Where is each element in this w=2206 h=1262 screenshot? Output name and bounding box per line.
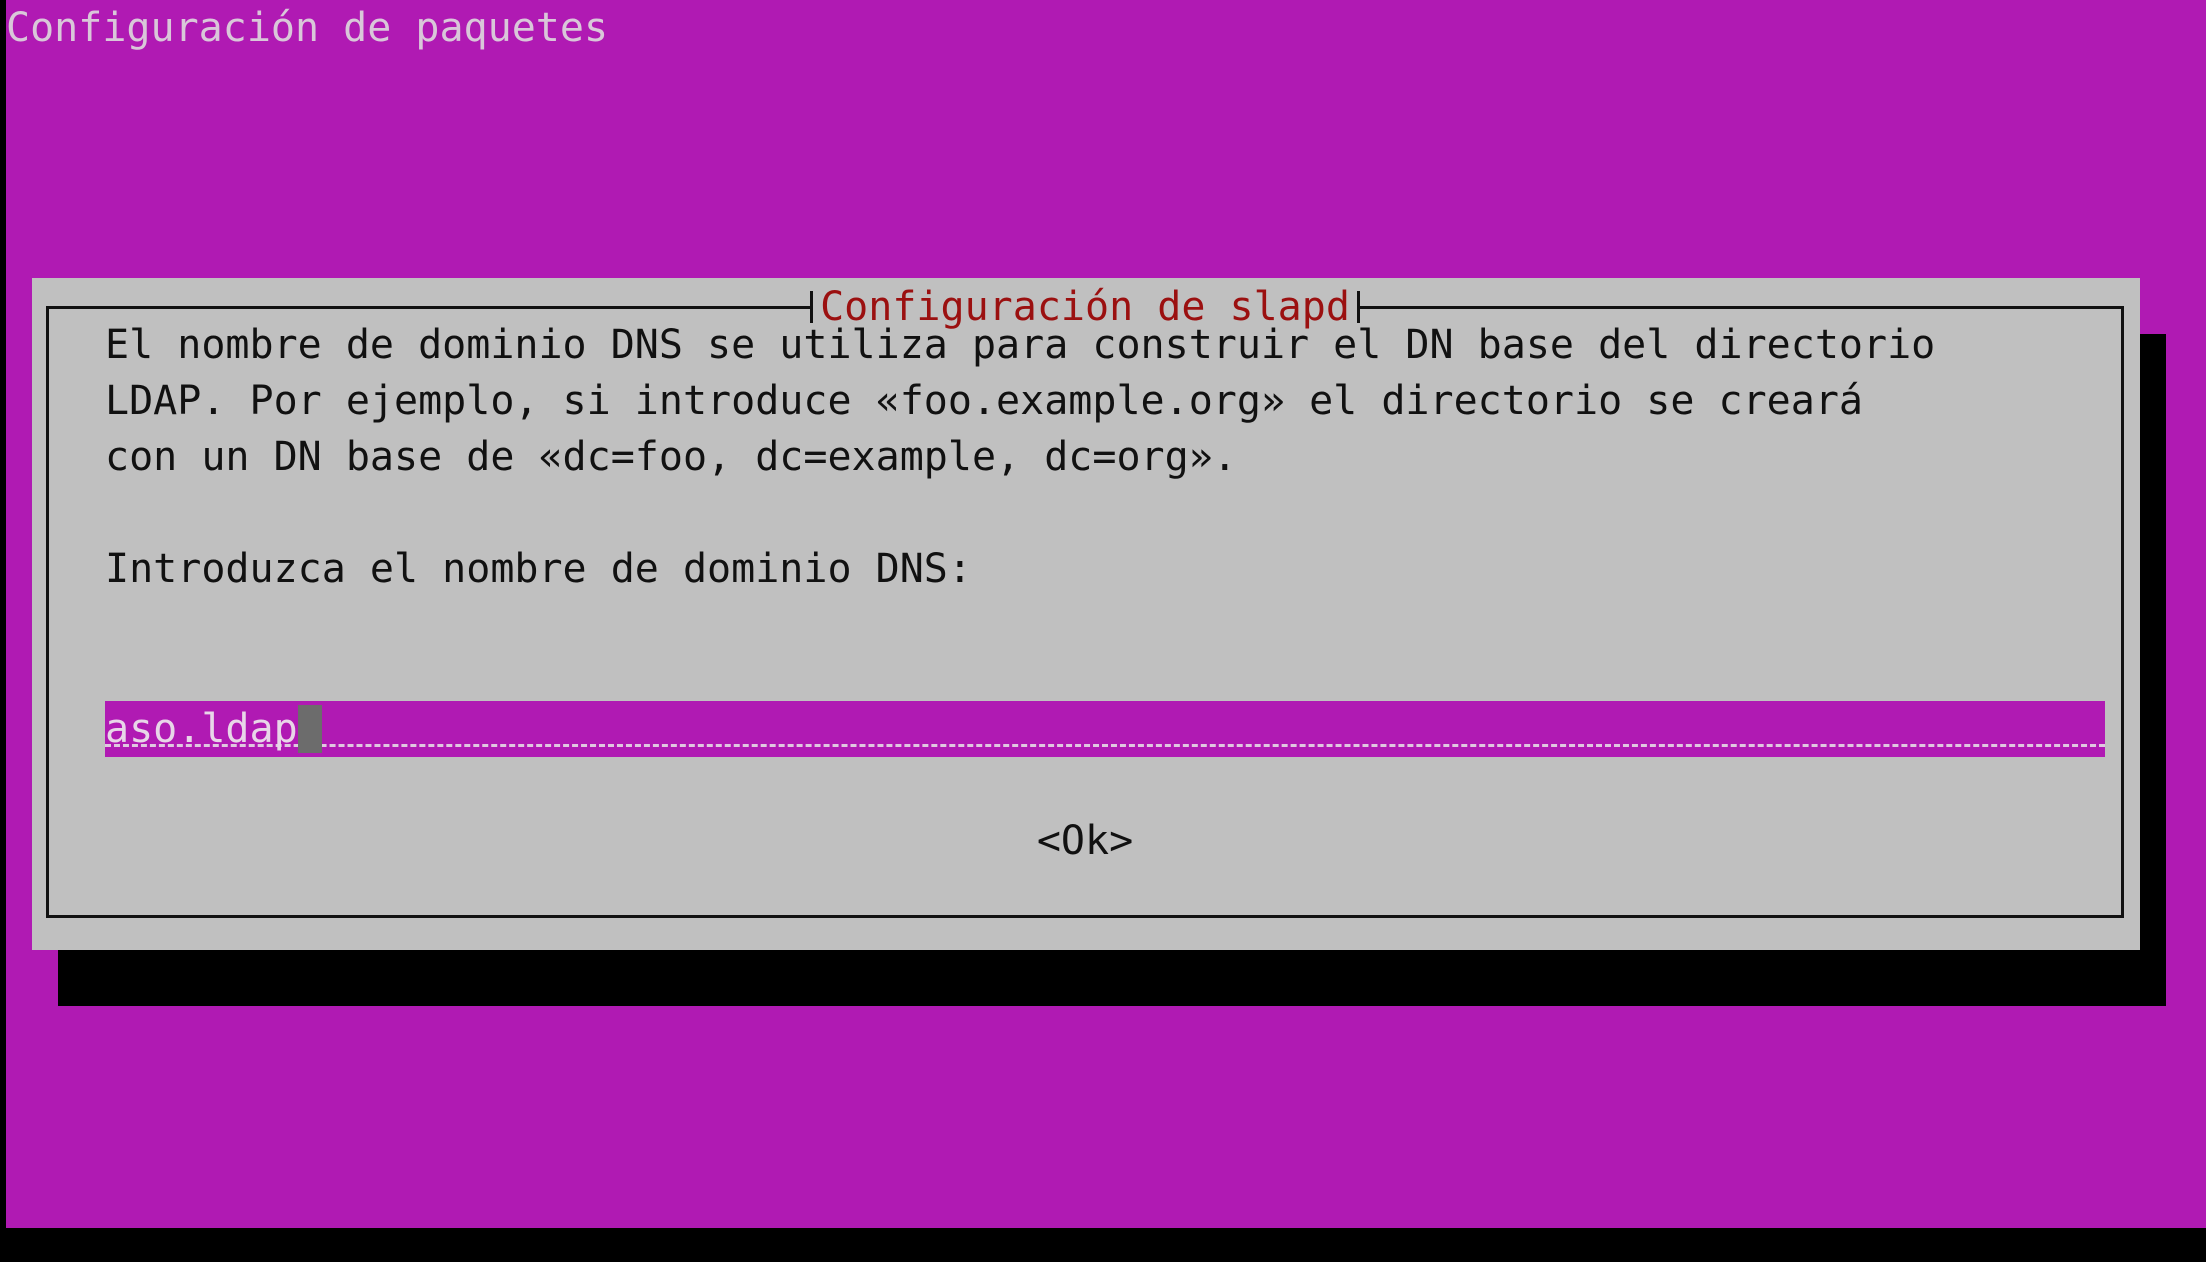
domain-input-value: aso.ldap: [105, 701, 322, 757]
config-dialog: Configuración de slapd El nombre de domi…: [32, 278, 2140, 950]
description-line-2: LDAP. Por ejemplo, si introduce «foo.exa…: [105, 378, 1863, 424]
domain-prompt: Introduzca el nombre de dominio DNS:: [105, 546, 972, 592]
ok-button[interactable]: <Ok>: [49, 813, 2121, 869]
dialog-frame: Configuración de slapd El nombre de domi…: [46, 279, 2124, 918]
description-line-3: con un DN base de «dc=foo, dc=example, d…: [105, 434, 1237, 480]
input-underline: [105, 744, 2105, 747]
domain-input[interactable]: aso.ldap: [105, 701, 2105, 757]
text-cursor: [297, 705, 322, 753]
description-line-1: El nombre de dominio DNS se utiliza para…: [105, 322, 1936, 368]
backtitle: Configuración de paquetes: [6, 5, 609, 51]
input-text: aso.ldap: [105, 706, 298, 752]
terminal-screen: Configuración de paquetes Configuración …: [6, 0, 2206, 1228]
